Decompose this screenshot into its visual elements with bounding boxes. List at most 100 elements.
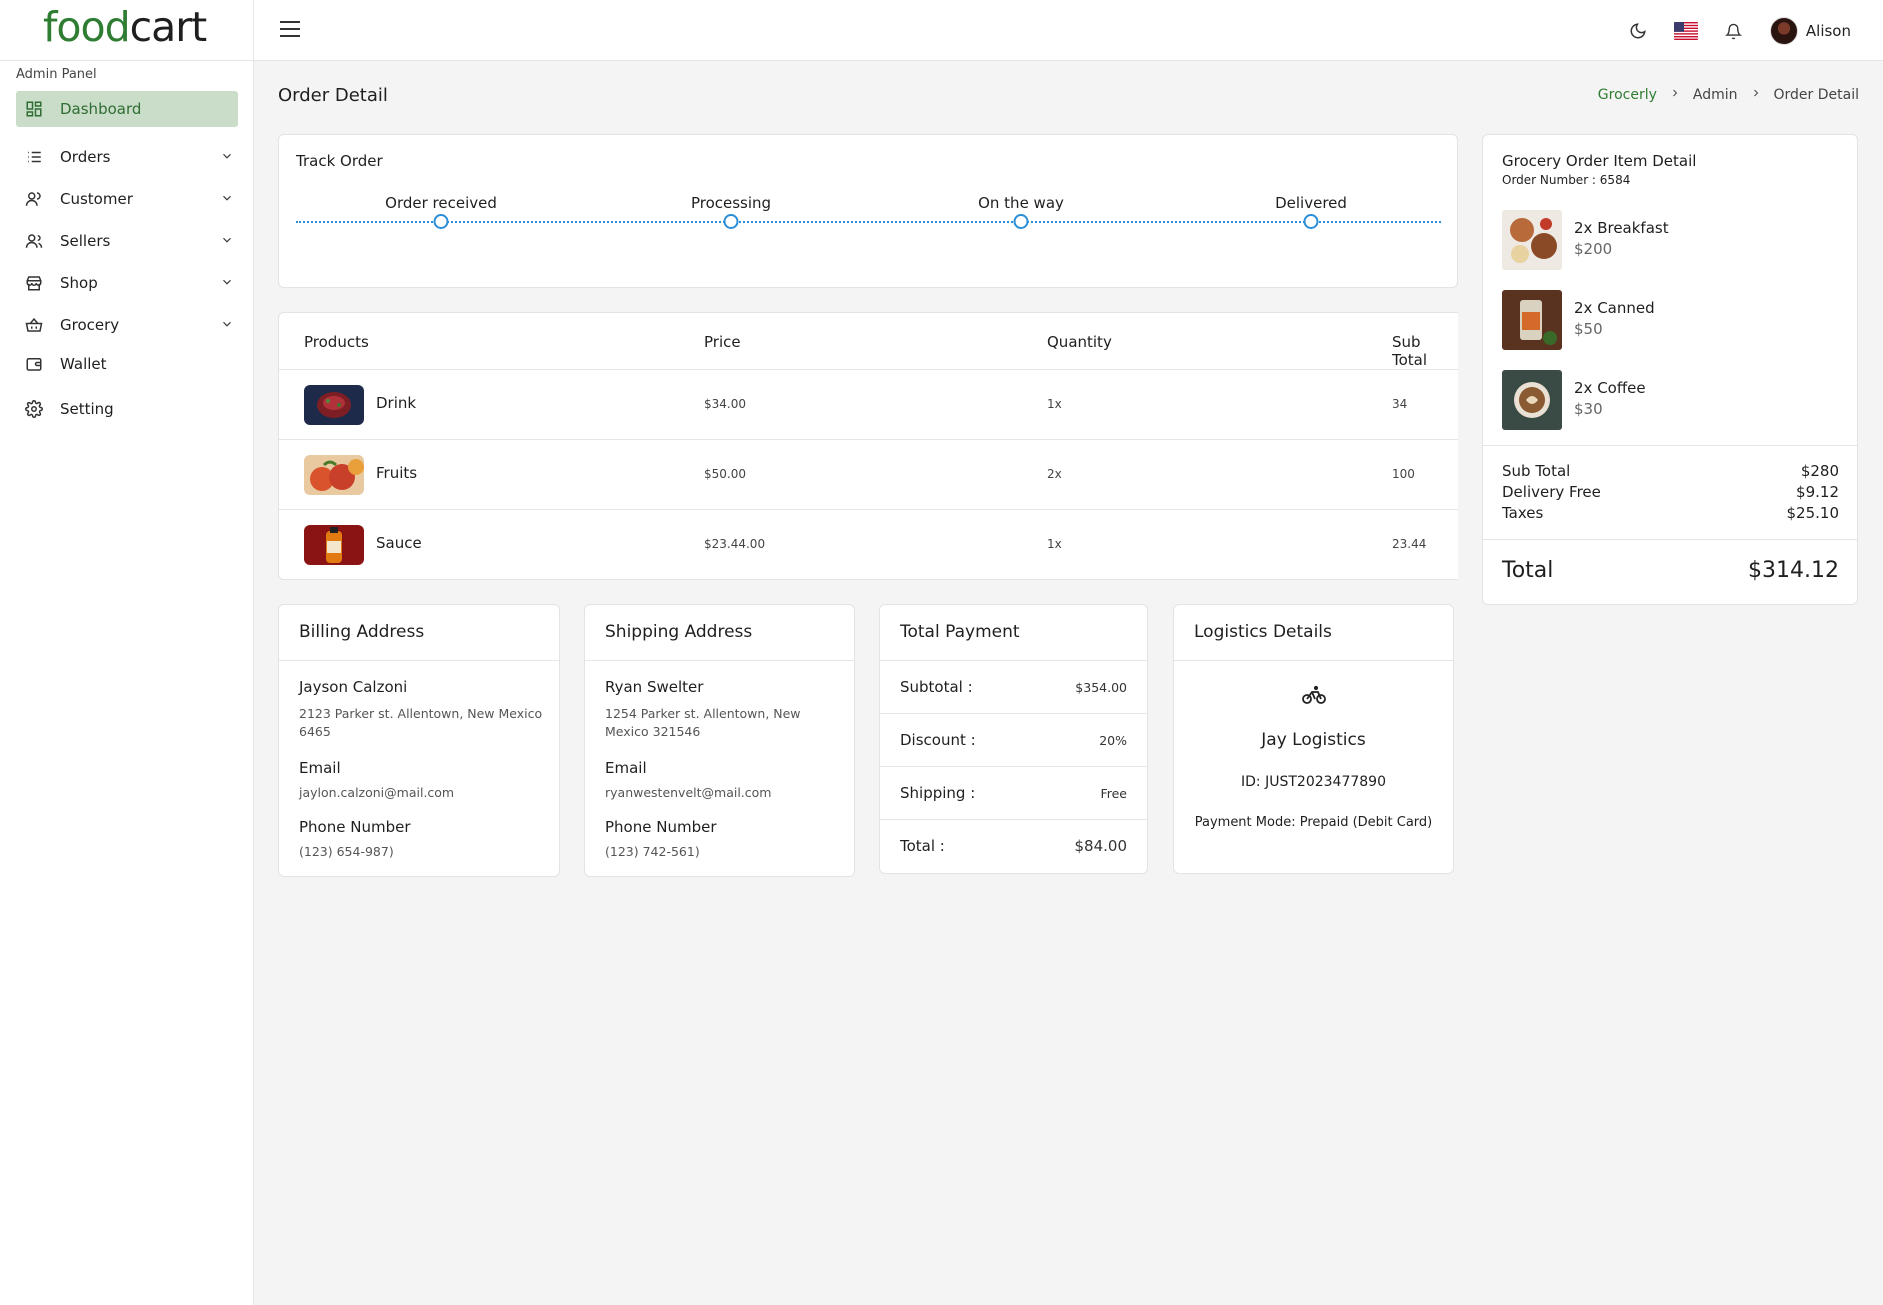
product-name: Fruits [376,464,418,482]
us-flag-icon[interactable] [1673,22,1698,40]
chevron-down-icon [220,233,234,251]
sidebar-item-customer[interactable]: Customer [16,181,238,217]
payment-row-shipping: Shipping : Free [880,766,1147,819]
track-order-card: Track Order Order received Processing On… [278,134,1458,288]
track-order-title: Track Order [296,152,383,170]
item-name: 2x Canned [1574,299,1655,317]
product-image-fruits [304,455,364,495]
column-header-price: Price [704,333,741,351]
product-subtotal: 34 [1392,397,1408,411]
order-item-summary-card: Grocery Order Item Detail Order Number :… [1482,134,1858,605]
breadcrumb-link-admin[interactable]: Admin [1693,87,1738,103]
grid-icon [24,99,44,119]
dark-mode-moon-icon[interactable] [1628,21,1648,41]
table-row[interactable]: Fruits $50.00 2x 100 [279,439,1458,509]
step-label-order-received: Order received [385,194,497,212]
product-price: $50.00 [704,467,746,481]
payment-value: Free [1100,786,1127,801]
shipping-address-card: Shipping Address Ryan Swelter 1254 Parke… [584,604,855,877]
bell-icon[interactable] [1724,21,1744,41]
product-image-drink [304,385,364,425]
sidebar-item-label: Wallet [60,355,107,373]
payment-value: 20% [1099,733,1127,748]
billing-address-card: Billing Address Jayson Calzoni 2123 Park… [278,604,560,877]
shipping-email: ryanwestenvelt@mail.com [605,785,772,800]
sidebar-item-label: Shop [60,274,98,292]
summary-title: Grocery Order Item Detail [1502,152,1697,170]
item-price: $200 [1574,240,1613,258]
item-image-coffee [1502,370,1562,430]
chevron-right-icon [1750,87,1762,103]
admin-panel-label: Admin Panel [16,67,97,82]
divider [1174,660,1453,661]
item-name: 2x Coffee [1574,379,1646,397]
username: Alison [1805,22,1851,40]
sidebar-item-setting[interactable]: Setting [16,391,238,427]
grand-total-value: $314.12 [1748,558,1839,583]
breadcrumb-link-grocerly[interactable]: Grocerly [1598,87,1657,103]
table-row[interactable]: Drink $34.00 1x 34 [279,369,1458,439]
brand-logo[interactable]: foodcart [43,2,207,52]
sidebar-item-label: Grocery [60,316,120,334]
chevron-down-icon [220,191,234,209]
step-dot-order-received [433,214,449,229]
product-quantity: 1x [1047,537,1062,551]
item-price: $30 [1574,400,1603,418]
payment-row-subtotal: Subtotal : $354.00 [880,660,1147,713]
user-menu[interactable]: Alison [1769,17,1851,45]
sidebar-item-label: Customer [60,190,133,208]
total-payment-card: Total Payment Subtotal : $354.00 Discoun… [879,604,1148,874]
table-row[interactable]: Sauce $23.44.00 1x 23.44 [279,509,1458,579]
top-bar: foodcart Alison [0,0,1883,61]
item-name: 2x Breakfast [1574,219,1669,237]
step-dot-on-the-way [1013,214,1029,229]
list-item[interactable]: 2x Coffee $30 [1502,370,1842,430]
sidebar-item-label: Setting [60,400,114,418]
divider [585,660,854,661]
summary-line-value: $25.10 [1786,504,1840,522]
payment-title: Total Payment [900,622,1020,642]
divider [279,660,559,661]
summary-line-label: Delivery Free [1502,483,1601,501]
sidebar-item-dashboard[interactable]: Dashboard [16,91,238,127]
chevron-right-icon [1669,87,1681,103]
logo-area: foodcart [0,0,254,61]
shipping-address: 1254 Parker st. Allentown, New Mexico 32… [605,706,801,739]
list-item[interactable]: 2x Canned $50 [1502,290,1842,350]
summary-line-label: Taxes [1502,504,1544,522]
logistics-id: ID: JUST2023477890 [1241,774,1386,790]
summary-line-label: Sub Total [1502,462,1571,480]
bicycle-icon [1174,685,1453,709]
sidebar: Admin Panel Dashboard Orders Customer Se… [0,61,254,1305]
product-quantity: 2x [1047,467,1062,481]
users-icon [24,231,44,251]
store-icon [24,273,44,293]
list-icon [24,147,44,167]
summary-line-taxes: Taxes $25.10 [1502,504,1839,522]
sidebar-item-sellers[interactable]: Sellers [16,223,238,259]
payment-value: $84.00 [1074,837,1128,855]
menu-toggle-icon[interactable] [280,21,300,39]
sidebar-item-grocery[interactable]: Grocery [16,307,238,343]
billing-name: Jayson Calzoni [299,678,408,696]
shipping-title: Shipping Address [605,622,753,642]
shipping-phone-label: Phone Number [605,818,717,836]
shipping-name: Ryan Swelter [605,678,704,696]
column-header-subtotal: Sub Total [1392,333,1428,369]
billing-phone: (123) 654-987) [299,844,394,859]
breadcrumb-current: Order Detail [1773,87,1859,103]
item-price: $50 [1574,320,1603,338]
sidebar-item-label: Orders [60,148,111,166]
chevron-down-icon [220,149,234,167]
step-label-delivered: Delivered [1275,194,1347,212]
column-header-quantity: Quantity [1047,333,1112,351]
list-item[interactable]: 2x Breakfast $200 [1502,210,1842,270]
logistics-title: Logistics Details [1194,622,1332,642]
sidebar-item-orders[interactable]: Orders [16,139,238,175]
payment-label: Discount : [900,731,976,749]
sidebar-item-shop[interactable]: Shop [16,265,238,301]
billing-address: 2123 Parker st. Allentown, New Mexico 64… [299,706,543,739]
sidebar-item-wallet[interactable]: Wallet [16,346,238,382]
summary-line-value: $9.12 [1796,483,1839,501]
sidebar-item-label: Sellers [60,232,111,250]
